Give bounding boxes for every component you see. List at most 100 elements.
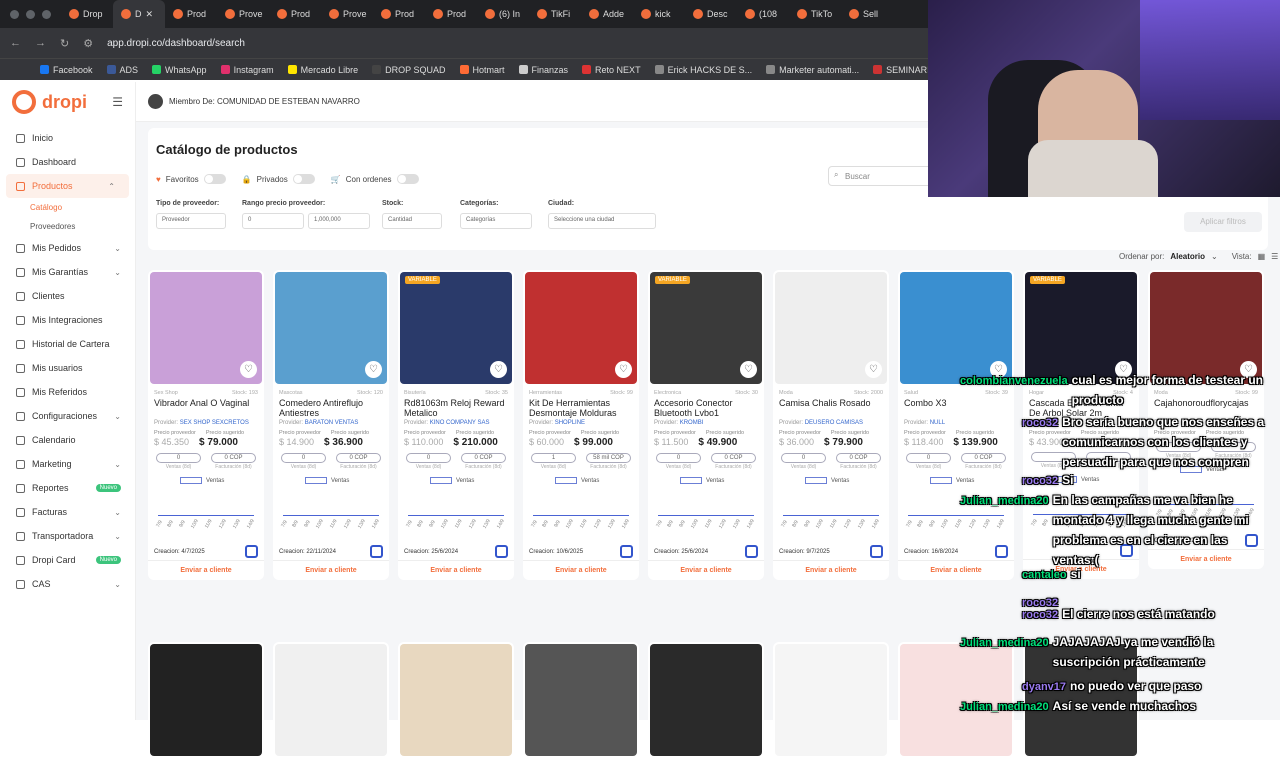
bookmark-item[interactable]: Facebook bbox=[40, 65, 93, 75]
sidebar-item-mis-pedidos[interactable]: Mis Pedidos ⌄ bbox=[0, 236, 135, 260]
product-name[interactable]: Kit De Herramientas Desmontaje Molduras bbox=[523, 396, 639, 420]
favorite-heart-icon[interactable]: ♡ bbox=[740, 361, 757, 378]
product-image[interactable]: ♡ bbox=[150, 272, 262, 384]
send-to-client-button[interactable]: Enviar a cliente bbox=[773, 560, 889, 580]
sidebar-item-historial-de-cartera[interactable]: Historial de Cartera bbox=[0, 332, 135, 356]
toggle-2[interactable]: 🛒 Con ordenes bbox=[331, 174, 419, 184]
sidebar-subitem-catálogo[interactable]: Catálogo bbox=[0, 198, 135, 217]
provider-name[interactable]: SHOPLINE bbox=[555, 420, 585, 426]
toggle-0[interactable]: ♥ Favoritos bbox=[156, 174, 226, 184]
provider-name[interactable]: KROMBI bbox=[680, 420, 704, 426]
product-name[interactable]: Comedero Antireflujo Antiestres bbox=[273, 396, 389, 420]
search-input[interactable]: ⌕ Buscar bbox=[828, 166, 938, 186]
product-image[interactable] bbox=[400, 644, 512, 756]
toggle-switch[interactable] bbox=[396, 174, 419, 184]
price-max-input[interactable]: 1,000,000 bbox=[308, 213, 370, 229]
product-card[interactable]: ♡ Moda Stock: 2000 Camisa Chalis Rosado Prov… bbox=[773, 270, 889, 580]
product-card[interactable] bbox=[398, 642, 514, 758]
send-to-client-button[interactable]: Enviar a cliente bbox=[523, 560, 639, 580]
minimize-window-icon[interactable] bbox=[26, 9, 35, 19]
provider-name[interactable]: KINO COMPANY SAS bbox=[430, 420, 490, 426]
browser-tab[interactable]: TikTo bbox=[789, 0, 841, 28]
bookmark-item[interactable]: WhatsApp bbox=[152, 65, 207, 75]
product-image[interactable]: VARIABLE ♡ bbox=[650, 272, 762, 384]
maximize-window-icon[interactable] bbox=[42, 9, 51, 19]
product-card[interactable]: ♡ Herramientas Stock: 99 Kit De Herramienta… bbox=[523, 270, 639, 580]
grid-view-icon[interactable]: ▦ bbox=[1258, 252, 1266, 261]
bookmark-item[interactable]: Hotmart bbox=[459, 65, 505, 75]
product-image[interactable] bbox=[650, 644, 762, 756]
product-card[interactable] bbox=[773, 642, 889, 758]
product-image[interactable]: ♡ bbox=[275, 272, 387, 384]
product-card[interactable]: VARIABLE ♡ Bisutería Stock: 35 Rd81063m Relo… bbox=[398, 270, 514, 580]
sidebar-item-clientes[interactable]: Clientes bbox=[0, 284, 135, 308]
sidebar-item-cas[interactable]: CAS ⌄ bbox=[0, 572, 135, 596]
product-card[interactable]: ♡ Mascotas Stock: 120 Comedero Antireflujo … bbox=[273, 270, 389, 580]
logo[interactable]: dropi ☰ bbox=[0, 82, 135, 122]
sidebar-item-mis-referidos[interactable]: Mis Referidos bbox=[0, 380, 135, 404]
list-view-icon[interactable]: ☰ bbox=[1271, 252, 1278, 261]
product-image[interactable]: VARIABLE ♡ bbox=[400, 272, 512, 384]
hamburger-menu-icon[interactable]: ☰ bbox=[112, 95, 123, 109]
product-name[interactable]: Rd81063m Reloj Reward Metalico bbox=[398, 396, 514, 420]
sidebar-item-transportadora[interactable]: Transportadora ⌄ bbox=[0, 524, 135, 548]
product-image[interactable]: VARIABLE ♡ bbox=[1025, 272, 1137, 384]
reload-icon[interactable]: ↻ bbox=[60, 37, 69, 50]
provider-name[interactable]: NULL bbox=[930, 420, 945, 426]
favorite-heart-icon[interactable]: ♡ bbox=[865, 361, 882, 378]
product-card[interactable] bbox=[523, 642, 639, 758]
sidebar-item-mis-garant-as[interactable]: Mis Garantías ⌄ bbox=[0, 260, 135, 284]
product-image[interactable]: ♡ bbox=[900, 272, 1012, 384]
product-image[interactable] bbox=[525, 644, 637, 756]
browser-tab[interactable]: D ✕ bbox=[113, 0, 165, 28]
browser-tab[interactable]: Prove bbox=[321, 0, 373, 28]
price-min-input[interactable]: 0 bbox=[242, 213, 304, 229]
product-card[interactable] bbox=[648, 642, 764, 758]
back-icon[interactable]: ← bbox=[10, 37, 21, 49]
filter-select[interactable]: Seleccione una ciudad bbox=[548, 213, 656, 229]
product-card[interactable] bbox=[273, 642, 389, 758]
sidebar-item-marketing[interactable]: Marketing ⌄ bbox=[0, 452, 135, 476]
order-select[interactable]: Aleatorio bbox=[1170, 252, 1205, 261]
sidebar-item-mis-usuarios[interactable]: Mis usuarios bbox=[0, 356, 135, 380]
browser-tab[interactable]: kick bbox=[633, 0, 685, 28]
send-to-client-button[interactable]: Enviar a cliente bbox=[398, 560, 514, 580]
browser-tab[interactable]: (108 bbox=[737, 0, 789, 28]
close-window-icon[interactable] bbox=[10, 9, 19, 19]
site-info-icon[interactable]: ⚙ bbox=[83, 37, 93, 50]
toggle-switch[interactable] bbox=[292, 174, 315, 184]
product-card[interactable] bbox=[148, 642, 264, 758]
product-image[interactable]: ♡ bbox=[775, 272, 887, 384]
browser-tab[interactable]: Prove bbox=[217, 0, 269, 28]
sidebar-item-calendario[interactable]: Calendario bbox=[0, 428, 135, 452]
send-to-client-button[interactable]: Enviar a cliente bbox=[648, 560, 764, 580]
bookmark-item[interactable]: ADS bbox=[106, 65, 138, 75]
product-image[interactable]: ♡ bbox=[1150, 272, 1262, 384]
product-image[interactable]: ♡ bbox=[525, 272, 637, 384]
bookmark-item[interactable]: Erick HACKS DE S... bbox=[654, 65, 752, 75]
bookmark-item[interactable]: Marketer automati... bbox=[766, 65, 859, 75]
browser-tab[interactable]: Prod bbox=[425, 0, 477, 28]
send-to-client-button[interactable]: Enviar a cliente bbox=[273, 560, 389, 580]
product-card[interactable]: ♡ Sex Shop Stock: 193 Vibrador Anal O Vagin… bbox=[148, 270, 264, 580]
bookmark-item[interactable]: Mercado Libre bbox=[287, 65, 358, 75]
favorite-heart-icon[interactable]: ♡ bbox=[240, 361, 257, 378]
bookmark-item[interactable]: Instagram bbox=[220, 65, 274, 75]
apply-filters-button[interactable]: Aplicar filtros bbox=[1184, 212, 1262, 232]
filter-select[interactable]: Proveedor bbox=[156, 213, 226, 229]
forward-icon[interactable]: → bbox=[35, 37, 46, 49]
product-image[interactable] bbox=[150, 644, 262, 756]
sidebar-item-dropi-card[interactable]: Dropi Card Nuevo bbox=[0, 548, 135, 572]
product-name[interactable]: Camisa Chalis Rosado bbox=[773, 396, 889, 420]
avatar[interactable] bbox=[148, 94, 163, 109]
sidebar-item-facturas[interactable]: Facturas ⌄ bbox=[0, 500, 135, 524]
browser-tab[interactable]: Adde bbox=[581, 0, 633, 28]
provider-name[interactable]: DEUSERO CAMISAS bbox=[805, 420, 863, 426]
product-image[interactable] bbox=[275, 644, 387, 756]
browser-tab[interactable]: Sell bbox=[841, 0, 893, 28]
product-name[interactable]: Accesorio Conector Bluetooth Lvbo1 bbox=[648, 396, 764, 420]
favorite-heart-icon[interactable]: ♡ bbox=[365, 361, 382, 378]
sidebar-subitem-proveedores[interactable]: Proveedores bbox=[0, 217, 135, 236]
bookmark-item[interactable]: DROP SQUAD bbox=[372, 65, 446, 75]
browser-tab[interactable]: TikFi bbox=[529, 0, 581, 28]
